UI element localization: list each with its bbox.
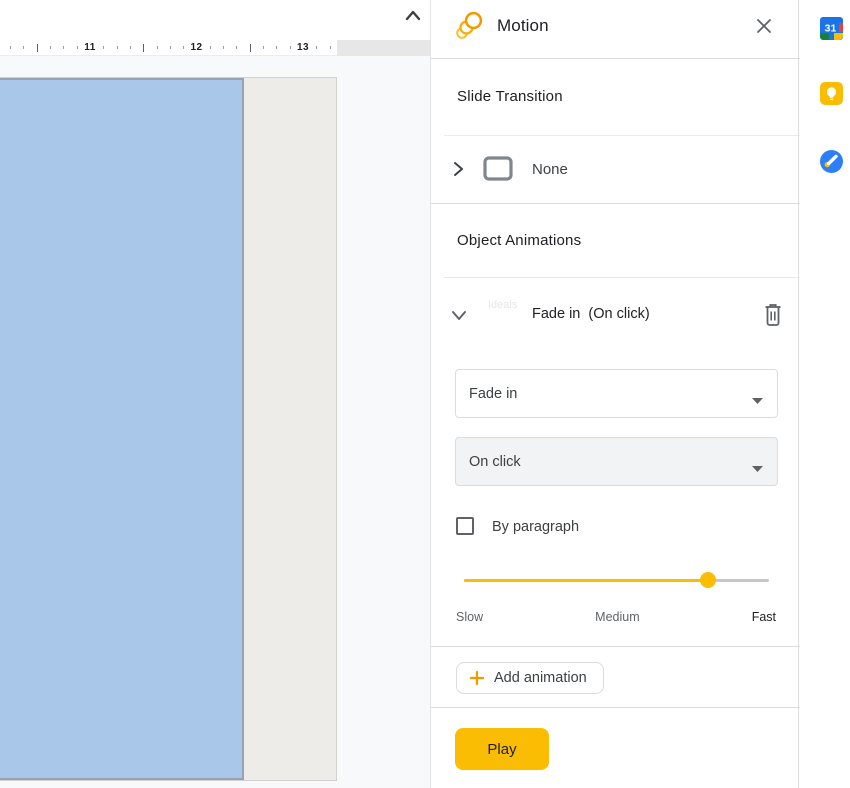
- add-animation-label: Add animation: [494, 670, 587, 686]
- divider: [444, 135, 800, 136]
- divider: [431, 707, 800, 708]
- chevron-down-icon: [452, 311, 466, 320]
- dropdown-caret-icon: [752, 391, 763, 409]
- divider: [431, 58, 800, 59]
- ruler-tick: [330, 46, 331, 49]
- slide-workspace: [0, 56, 430, 788]
- trash-icon: [765, 304, 781, 326]
- ruler-tick: [210, 46, 211, 49]
- ruler-tick: [276, 46, 277, 49]
- ruler-tick: [170, 46, 171, 49]
- by-paragraph-label: By paragraph: [492, 519, 580, 535]
- close-panel-button[interactable]: [753, 15, 775, 37]
- by-paragraph-checkbox[interactable]: [456, 517, 474, 535]
- delete-animation-button[interactable]: [761, 302, 785, 328]
- collapse-animation-button[interactable]: [449, 305, 469, 325]
- chevron-right-icon: [454, 162, 463, 176]
- speed-slider-track[interactable]: [464, 572, 769, 588]
- speed-slider-labels: Slow Medium Fast: [456, 610, 776, 624]
- ruler-tick: [263, 46, 264, 49]
- slide-page: [0, 77, 337, 781]
- ruler-number: 13: [296, 42, 310, 53]
- divider: [444, 277, 800, 278]
- ruler-number: 12: [190, 42, 203, 53]
- object-animations-heading: Object Animations: [457, 232, 582, 249]
- add-animation-button[interactable]: Add animation: [456, 662, 604, 694]
- svg-text:31: 31: [825, 23, 837, 35]
- google-slides-motion-view: 11 12 13 Motion Slide Transition None Ob…: [0, 0, 850, 788]
- ruler-tick: [157, 46, 158, 49]
- animation-effect-select[interactable]: Fade in: [455, 369, 778, 418]
- speed-slider-thumb[interactable]: [700, 572, 716, 588]
- transition-value[interactable]: None: [532, 161, 568, 178]
- chevron-up-icon: [405, 10, 421, 21]
- speed-slider-active-track: [464, 579, 708, 582]
- speed-label-medium: Medium: [595, 610, 640, 624]
- speed-label-slow: Slow: [456, 610, 484, 624]
- ruler-tick: [50, 46, 51, 49]
- google-tasks-icon[interactable]: [820, 150, 843, 173]
- ruler-tick: [37, 44, 38, 52]
- ruler-tick: [10, 46, 11, 49]
- ruler-tick: [250, 44, 251, 52]
- expand-transition-button[interactable]: [448, 159, 468, 179]
- ruler-tick: [130, 46, 131, 49]
- animation-trigger-value: On click: [469, 453, 521, 470]
- divider: [431, 646, 800, 647]
- collapse-toolbar-button[interactable]: [402, 5, 424, 27]
- ruler-overflow-area: [337, 40, 430, 56]
- ruler-tick: [63, 46, 64, 49]
- animation-effect-value: Fade in: [469, 385, 518, 402]
- google-calendar-icon[interactable]: 31: [820, 17, 843, 40]
- play-button[interactable]: Play: [455, 728, 549, 770]
- ruler-tick: [23, 46, 24, 49]
- ruler-tick: [103, 46, 104, 49]
- ghost-label: Ideals: [488, 299, 518, 311]
- ruler-tick: [316, 46, 317, 49]
- google-keep-icon[interactable]: [820, 82, 843, 105]
- ruler-number: 11: [84, 42, 96, 53]
- dropdown-caret-icon: [752, 459, 763, 477]
- slide-canvas-area: 11 12 13: [0, 0, 430, 788]
- ruler-tick: [183, 46, 184, 49]
- speed-label-fast: Fast: [751, 610, 776, 624]
- google-apps-side-bar: 31: [800, 0, 850, 788]
- panel-title: Motion: [497, 16, 549, 35]
- slide-transition-heading: Slide Transition: [457, 88, 563, 105]
- ruler-tick: [290, 46, 291, 49]
- animation-trigger-select[interactable]: On click: [455, 437, 778, 486]
- ruler-tick: [236, 46, 237, 49]
- horizontal-ruler: 11 12 13: [0, 40, 430, 56]
- ruler-tick: [143, 44, 144, 52]
- transition-none-icon: [482, 152, 514, 186]
- ruler-tick: [117, 46, 118, 49]
- motion-panel: Motion Slide Transition None Object Anim…: [430, 0, 800, 788]
- motion-panel-icon: [454, 11, 484, 41]
- ruler-tick: [223, 46, 224, 49]
- slide-blue-rectangle-shape[interactable]: [0, 78, 244, 780]
- plus-icon: [469, 670, 485, 686]
- ruler-tick: [77, 46, 78, 49]
- divider: [431, 203, 800, 204]
- animation-summary-label[interactable]: Fade in (On click): [532, 306, 650, 322]
- close-icon: [757, 19, 771, 33]
- toolbar-strip: [0, 0, 430, 40]
